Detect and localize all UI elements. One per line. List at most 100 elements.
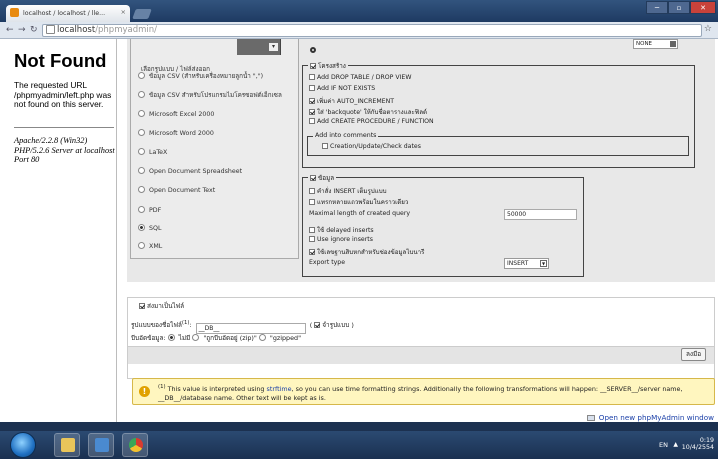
checkbox-checked-icon[interactable] — [309, 98, 315, 104]
format-option[interactable]: Microsoft Word 2000 — [138, 129, 214, 137]
data-option[interactable]: คำสั่ง INSERT เต็มรูปแบบ — [309, 186, 387, 196]
data-option[interactable]: แทรกหลายแถวพร้อมในคราวเดียว — [309, 197, 408, 207]
data-fieldset: ข้อมูล คำสั่ง INSERT เต็มรูปแบบ แทรกหลาย… — [302, 173, 584, 277]
max-query-input[interactable]: 50000 — [504, 209, 577, 220]
not-found-message: The requested URL /phpmyadmin/left.php w… — [14, 80, 112, 109]
window-controls: ─ ▫ ✕ — [646, 1, 716, 14]
comments-option[interactable]: Creation/Update/Check dates — [322, 143, 421, 150]
maximize-button[interactable]: ▫ — [668, 1, 690, 14]
start-button[interactable] — [10, 432, 36, 458]
open-new-window-link[interactable]: Open new phpMyAdmin window — [586, 413, 714, 422]
browser-tab[interactable]: localhost / localhost / lle... × — [6, 5, 130, 22]
explorer-taskbar-icon[interactable] — [54, 433, 80, 457]
submit-bar — [128, 346, 714, 364]
radio-icon[interactable] — [138, 186, 145, 193]
strftime-link[interactable]: strftime — [267, 385, 292, 393]
new-tab-button[interactable] — [132, 9, 152, 19]
data-option[interactable]: ใช้ delayed inserts — [309, 225, 374, 235]
structure-option[interactable]: Add CREATE PROCEDURE / FUNCTION — [309, 118, 434, 125]
radio-icon[interactable] — [192, 334, 200, 341]
table-select[interactable]: ▾ — [237, 39, 281, 55]
format-option-sql[interactable]: SQL — [138, 224, 161, 232]
back-arrow-icon[interactable]: ← — [6, 25, 14, 35]
checkbox-icon[interactable] — [309, 74, 315, 80]
checkbox-icon[interactable] — [309, 199, 315, 205]
export-type-label: Export type — [309, 259, 346, 266]
max-query-label: Maximal length of created query — [309, 210, 411, 217]
system-clock[interactable]: 0:19 10/4/2554 — [682, 437, 714, 451]
compression-label: บีบอัดข้อมูล — [131, 334, 164, 342]
structure-option[interactable]: Add IF NOT EXISTS — [309, 85, 375, 92]
radio-icon[interactable] — [138, 129, 145, 136]
go-button[interactable]: ลงมือ — [681, 348, 706, 361]
structure-option[interactable]: Add DROP TABLE / DROP VIEW — [309, 74, 411, 81]
checkbox-icon[interactable] — [309, 85, 315, 91]
radio-icon[interactable] — [138, 110, 145, 117]
checkbox-icon[interactable] — [309, 236, 315, 242]
format-option[interactable]: PDF — [138, 206, 161, 214]
radio-icon[interactable] — [138, 91, 145, 98]
radio-icon[interactable] — [138, 72, 145, 79]
format-option[interactable]: Microsoft Excel 2000 — [138, 110, 214, 118]
new-window-icon — [586, 415, 595, 421]
checkbox-checked-icon[interactable] — [310, 63, 316, 69]
format-option[interactable]: LaTeX — [138, 148, 167, 156]
chrome-taskbar-icon[interactable] — [122, 433, 148, 457]
checkbox-checked-icon[interactable] — [309, 109, 315, 115]
checkbox-icon[interactable] — [309, 118, 315, 124]
radio-icon[interactable] — [138, 167, 145, 174]
close-window-button[interactable]: ✕ — [690, 1, 716, 14]
options-circle-icon — [310, 47, 316, 53]
language-indicator[interactable]: EN — [659, 441, 668, 449]
comments-legend: Add into comments — [313, 132, 379, 139]
radio-icon[interactable] — [258, 334, 266, 341]
save-file-header[interactable]: ส่งมาเป็นไฟล์ — [128, 298, 714, 312]
forward-arrow-icon[interactable]: → — [18, 25, 26, 35]
format-option[interactable]: ข้อมูล CSV (สำหรับเครื่องหมายลูกน้ำ ",") — [138, 71, 263, 81]
filename-template-label: รูปแบบของชื่อไฟล์ — [131, 321, 182, 330]
checkbox-icon[interactable] — [309, 227, 315, 233]
structure-option[interactable]: เพิ่มค่า AUTO_INCREMENT — [309, 96, 394, 106]
structure-legend[interactable]: โครงสร้าง — [308, 61, 348, 71]
checkbox-icon[interactable] — [309, 188, 315, 194]
address-bar[interactable]: localhost/phpmyadmin/ — [42, 24, 702, 37]
page-content: Not Found The requested URL /phpmyadmin/… — [0, 39, 718, 422]
radio-selected-icon[interactable] — [138, 224, 145, 231]
url-host: localhost — [57, 25, 96, 35]
radio-icon[interactable] — [138, 206, 145, 213]
checkbox-icon[interactable] — [322, 143, 328, 149]
tab-title: localhost / localhost / lle... — [23, 10, 106, 17]
compat-mode-select[interactable]: NONE — [633, 39, 678, 49]
media-taskbar-icon[interactable] — [88, 433, 114, 457]
remember-template-checkbox-icon[interactable] — [314, 322, 321, 329]
radio-icon[interactable] — [138, 242, 145, 249]
tab-close-icon[interactable]: × — [121, 8, 126, 16]
browser-titlebar: localhost / localhost / lle... × ─ ▫ ✕ — [0, 0, 718, 22]
filename-template-row: รูปแบบของชื่อไฟล์(1): __DB__ ( จำรูปแบบ … — [131, 320, 354, 335]
dropdown-arrow-icon — [670, 41, 676, 47]
checkbox-checked-icon[interactable] — [310, 175, 316, 181]
format-option[interactable]: Open Document Text — [138, 186, 215, 194]
radio-selected-icon[interactable] — [167, 334, 175, 341]
export-options-panel: ▾ เลือกรูปแบบ / ไฟล์ส่งออก ข้อมูล CSV (ส… — [127, 39, 715, 282]
data-legend[interactable]: ข้อมูล — [308, 173, 337, 183]
format-option[interactable]: Open Document Spreadsheet — [138, 167, 242, 175]
right-frame: ▾ เลือกรูปแบบ / ไฟล์ส่งออก ข้อมูล CSV (ส… — [117, 39, 718, 422]
structure-option[interactable]: ใส่ 'backquote' ให้กับชื่อตารางและฟิลด์ — [309, 107, 427, 117]
comments-fieldset: Add into comments Creation/Update/Check … — [307, 132, 689, 156]
checkbox-checked-icon[interactable] — [139, 303, 145, 309]
bookmark-star-icon[interactable]: ☆ — [704, 24, 712, 34]
left-frame: Not Found The requested URL /phpmyadmin/… — [0, 39, 117, 422]
divider — [14, 127, 114, 128]
format-option[interactable]: XML — [138, 242, 162, 250]
reload-icon[interactable]: ↻ — [30, 25, 38, 35]
tray-expand-icon[interactable]: ▲ — [673, 441, 678, 448]
minimize-button[interactable]: ─ — [646, 1, 668, 14]
phpmyadmin-favicon-icon — [10, 8, 19, 17]
data-option[interactable]: Use ignore inserts — [309, 236, 373, 243]
format-option[interactable]: ข้อมูล CSV สำหรับโปรแกรมไมโครซอฟต์เอ็กเซ… — [138, 90, 282, 100]
checkbox-checked-icon[interactable] — [309, 249, 315, 255]
export-type-select[interactable]: INSERT ▼ — [504, 258, 549, 269]
radio-icon[interactable] — [138, 148, 145, 155]
data-option[interactable]: ใช้เลขฐานสิบหกสำหรับช่องข้อมูลไบนารี — [309, 247, 424, 257]
